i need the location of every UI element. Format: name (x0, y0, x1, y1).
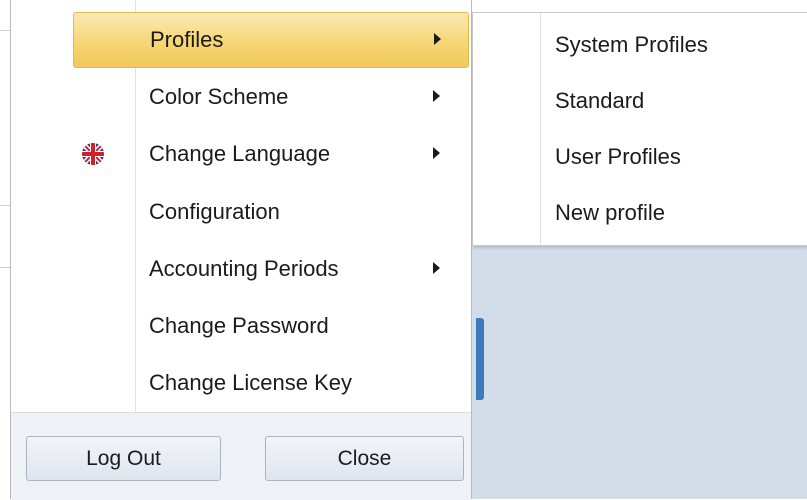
panel-tab-edge (476, 318, 484, 400)
menu-item-label: Change Password (149, 313, 329, 338)
menu-item-label: Profiles (150, 27, 224, 52)
menu-footer: Log Out Close (11, 412, 471, 500)
submenu-item-user-profiles[interactable]: User Profiles (555, 131, 805, 187)
menu-item-change-language[interactable]: Change Language (73, 127, 469, 183)
app-background (472, 246, 807, 499)
menu-item-label: Color Scheme (149, 84, 289, 109)
submenu-item-label: Standard (555, 88, 645, 113)
submenu-item-standard[interactable]: Standard (555, 75, 805, 131)
submenu-item-label: User Profiles (555, 144, 681, 169)
background-divider (0, 267, 10, 268)
main-menu: Profiles Color Scheme Change Language Co… (10, 0, 472, 500)
submenu-item-system-profiles[interactable]: System Profiles (555, 19, 805, 75)
submenu-item-new-profile[interactable]: New profile (555, 187, 805, 243)
menu-item-change-password[interactable]: Change Password (73, 299, 469, 355)
menu-item-label: Change Language (149, 141, 331, 166)
menu-item-color-scheme[interactable]: Color Scheme (73, 70, 469, 126)
uk-flag-icon (81, 142, 105, 166)
menu-item-configuration[interactable]: Configuration (73, 185, 469, 241)
menu-item-accounting-periods[interactable]: Accounting Periods (73, 242, 469, 298)
log-out-button[interactable]: Log Out (26, 436, 221, 481)
submenu-arrow-icon (433, 147, 440, 159)
background-divider (0, 30, 10, 31)
menu-item-label: Accounting Periods (149, 256, 339, 281)
submenu-arrow-icon (433, 262, 440, 274)
submenu-icon-column-separator (540, 13, 541, 245)
profiles-submenu: System Profiles Standard User Profiles N… (472, 12, 807, 246)
menu-item-change-license-key[interactable]: Change License Key (73, 356, 469, 412)
menu-item-label: Change License Key (149, 370, 353, 395)
submenu-item-label: New profile (555, 200, 666, 225)
menu-item-label: Configuration (149, 199, 280, 224)
background-divider (0, 205, 10, 206)
close-button[interactable]: Close (265, 436, 464, 481)
menu-item-profiles[interactable]: Profiles (73, 12, 469, 68)
submenu-arrow-icon (433, 90, 440, 102)
submenu-item-label: System Profiles (555, 32, 708, 57)
submenu-arrow-icon (434, 33, 441, 45)
